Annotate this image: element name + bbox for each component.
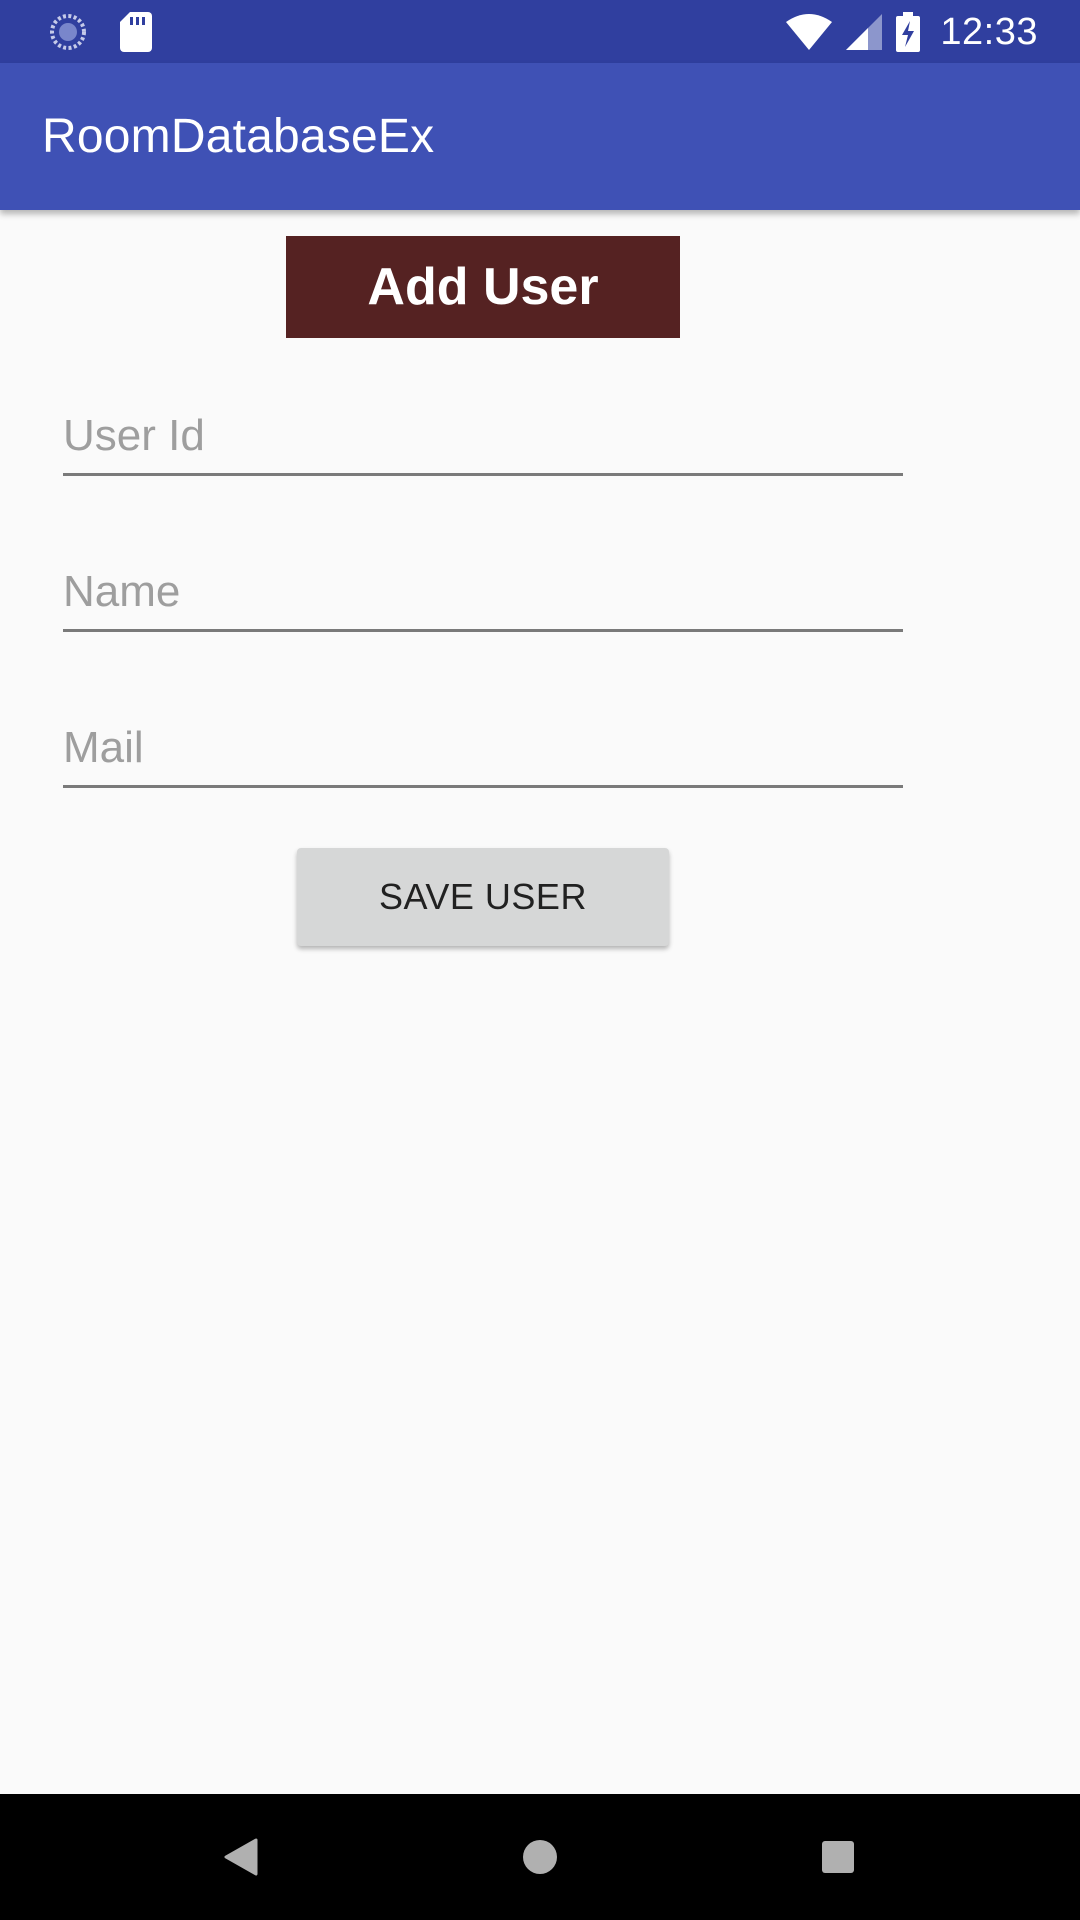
add-user-header: Add User — [286, 236, 680, 338]
signal-icon — [846, 14, 883, 50]
home-icon — [523, 1840, 557, 1874]
back-icon — [224, 1838, 258, 1876]
status-time: 12:33 — [940, 10, 1038, 53]
recents-icon — [822, 1841, 854, 1873]
name-input[interactable] — [63, 567, 903, 617]
status-left — [48, 12, 184, 52]
save-user-button-label: SAVE USER — [379, 876, 587, 917]
name-field[interactable] — [63, 539, 903, 632]
back-button[interactable] — [171, 1794, 311, 1920]
navigation-bar — [0, 1794, 1080, 1920]
app-title: RoomDatabaseEx — [42, 110, 435, 163]
sd-card-icon — [120, 12, 152, 52]
screen: 12:33 RoomDatabaseEx Add User SAVE USER — [0, 0, 1080, 1920]
save-user-button[interactable]: SAVE USER — [297, 848, 669, 946]
user-id-field[interactable] — [63, 383, 903, 476]
status-bar: 12:33 — [0, 0, 1080, 63]
user-id-input[interactable] — [63, 411, 903, 461]
sync-icon — [48, 12, 88, 52]
add-user-header-label: Add User — [367, 258, 599, 316]
mail-field[interactable] — [63, 695, 903, 788]
app-bar: RoomDatabaseEx — [0, 63, 1080, 210]
battery-charging-icon — [896, 12, 921, 52]
mail-input[interactable] — [63, 723, 903, 773]
recents-button[interactable] — [768, 1794, 908, 1920]
home-button[interactable] — [470, 1794, 610, 1920]
status-right: 12:33 — [786, 8, 1038, 56]
wifi-icon — [786, 14, 833, 50]
